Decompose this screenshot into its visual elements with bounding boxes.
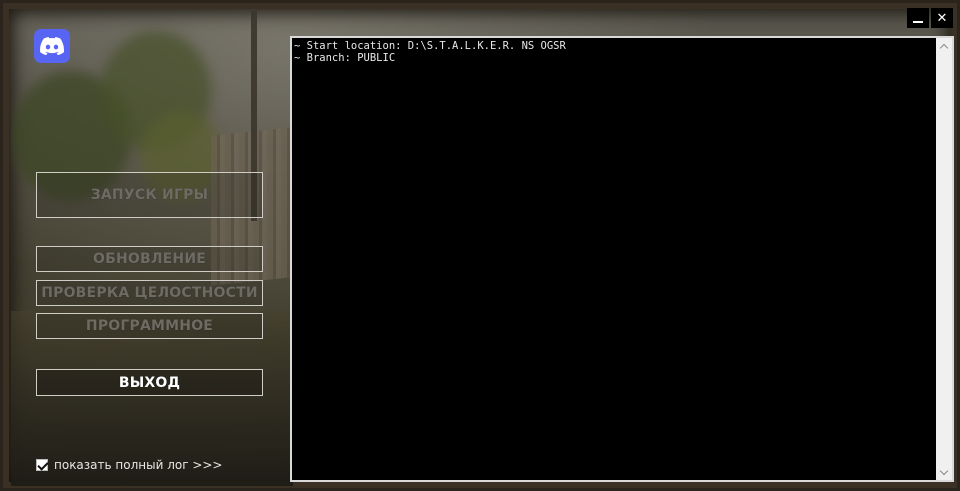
chevron-up-icon (939, 43, 949, 52)
update-button[interactable]: ОБНОВЛЕНИЕ (36, 246, 263, 272)
console-scrollbar[interactable] (936, 38, 952, 480)
console-log[interactable]: ~ Start location: D:\S.T.A.L.K.E.R. NS O… (290, 36, 954, 482)
chevron-down-icon (939, 466, 949, 475)
close-icon: ✕ (936, 10, 948, 26)
software-button[interactable]: ПРОГРАММНОЕ (36, 313, 263, 339)
launcher-window: ЗАПУСК ИГРЫ ОБНОВЛЕНИЕ ПРОВЕРКА ЦЕЛОСТНО… (0, 0, 960, 491)
discord-icon[interactable] (34, 29, 70, 63)
minimize-icon (913, 21, 923, 23)
scroll-down-button[interactable] (936, 464, 952, 480)
console-line: ~ Start location: D:\S.T.A.L.K.E.R. NS O… (294, 40, 566, 52)
verify-integrity-button[interactable]: ПРОВЕРКА ЦЕЛОСТНОСТИ (36, 280, 263, 306)
scroll-up-button[interactable] (936, 38, 952, 54)
show-full-log-label: показать полный лог >>> (54, 458, 223, 472)
launch-game-button[interactable]: ЗАПУСК ИГРЫ (36, 172, 263, 218)
exit-button[interactable]: ВЫХОД (36, 369, 263, 396)
console-line: ~ Branch: PUBLIC (294, 52, 396, 64)
discord-logo (40, 37, 64, 55)
console-text: ~ Start location: D:\S.T.A.L.K.E.R. NS O… (294, 40, 934, 64)
minimize-button[interactable] (907, 8, 929, 28)
show-full-log-checkbox[interactable] (36, 459, 48, 471)
close-button[interactable]: ✕ (931, 8, 953, 28)
show-full-log-toggle[interactable]: показать полный лог >>> (36, 458, 223, 472)
